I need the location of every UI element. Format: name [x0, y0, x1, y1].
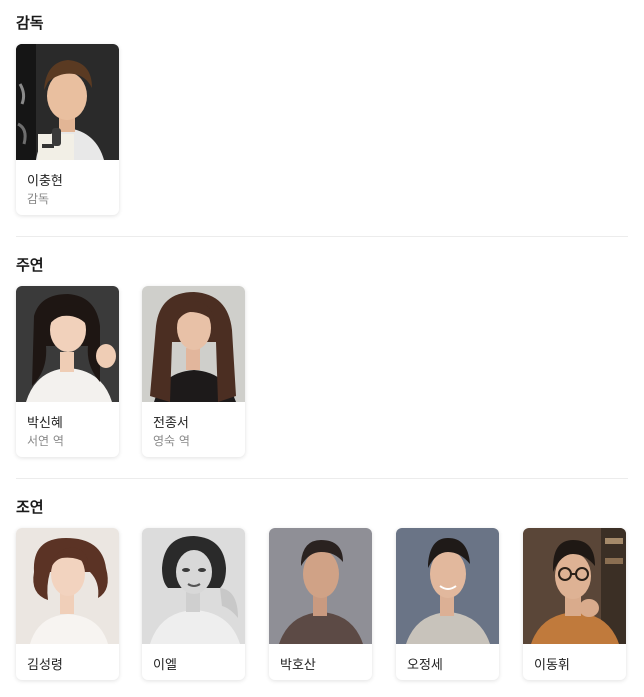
- section-title: 조연: [16, 498, 44, 516]
- section-title: 감독: [16, 14, 44, 32]
- person-photo[interactable]: [16, 44, 119, 160]
- section-lead-cast: 주연 박신혜 서연 역 전종서 영숙 역: [0, 242, 644, 478]
- person-card[interactable]: 오정세: [396, 528, 499, 680]
- person-name[interactable]: 오정세: [407, 654, 443, 673]
- person-card[interactable]: 전종서 영숙 역: [142, 286, 245, 457]
- person-photo[interactable]: [16, 286, 119, 402]
- person-role: 서연 역: [27, 434, 64, 448]
- person-card[interactable]: 김성령: [16, 528, 119, 680]
- person-photo[interactable]: [16, 528, 119, 644]
- person-name[interactable]: 이동휘: [534, 654, 570, 673]
- person-photo[interactable]: [142, 528, 245, 644]
- person-photo[interactable]: [396, 528, 499, 644]
- person-photo[interactable]: [269, 528, 372, 644]
- person-role: 영숙 역: [153, 434, 190, 448]
- section-divider: [16, 478, 628, 479]
- person-name[interactable]: 박호산: [280, 654, 316, 673]
- section-title: 주연: [16, 256, 44, 274]
- section-supporting-cast: 조연 김성령 이엘 박호산 오정세 이동휘: [0, 484, 644, 697]
- person-photo[interactable]: [142, 286, 245, 402]
- person-card[interactable]: 이엘: [142, 528, 245, 680]
- person-card[interactable]: 박호산: [269, 528, 372, 680]
- person-name[interactable]: 박신혜: [27, 412, 63, 431]
- person-name[interactable]: 김성령: [27, 654, 63, 673]
- section-director: 감독 이충현 감독: [0, 0, 644, 236]
- person-card[interactable]: 박신혜 서연 역: [16, 286, 119, 457]
- person-card[interactable]: 이동휘: [523, 528, 626, 680]
- person-name[interactable]: 전종서: [153, 412, 189, 431]
- person-photo[interactable]: [523, 528, 626, 644]
- section-divider: [16, 236, 628, 237]
- person-name[interactable]: 이엘: [153, 654, 177, 673]
- person-card[interactable]: 이충현 감독: [16, 44, 119, 215]
- person-name[interactable]: 이충현: [27, 170, 63, 189]
- person-role: 감독: [27, 192, 50, 206]
